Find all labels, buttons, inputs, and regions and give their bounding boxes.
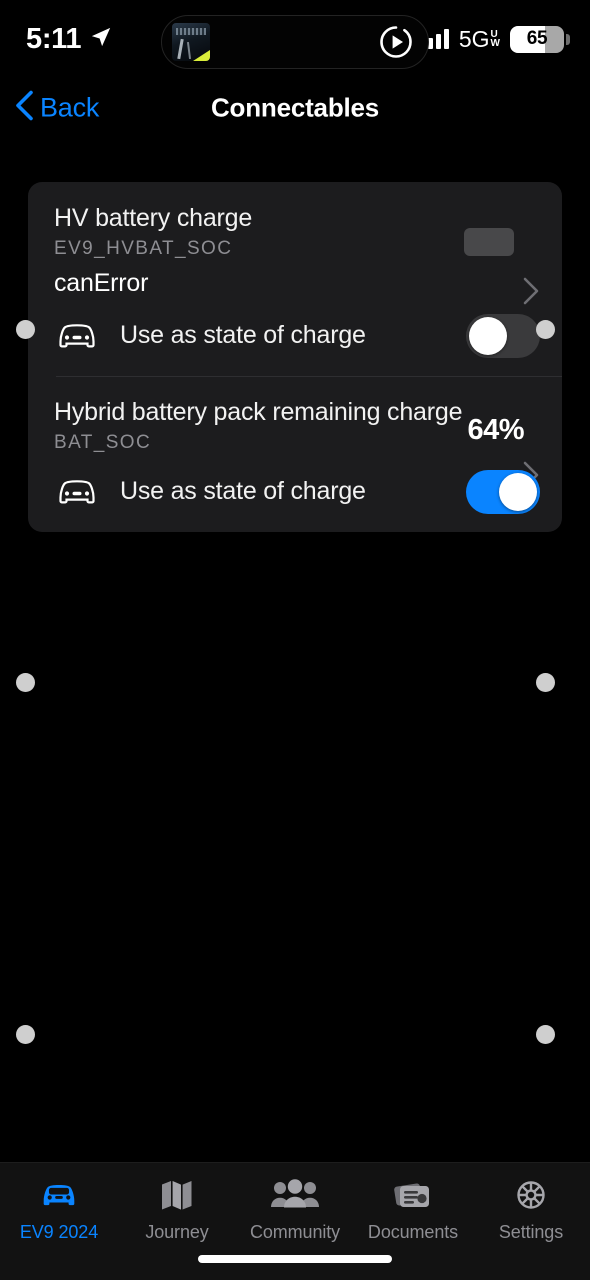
car-front-icon [54,321,100,351]
toggle-label: Use as state of charge [120,477,366,505]
status-bar-left: 5:11 [26,23,112,56]
toggle-label: Use as state of charge [120,321,366,350]
tab-documents[interactable]: Documents [354,1175,472,1243]
row-toggle-area: Use as state of charge [28,313,562,358]
toggle-knob [499,472,537,511]
documents-icon [391,1175,435,1215]
tab-label: Settings [498,1222,564,1242]
row-value: canError [54,268,149,297]
navigation-bar: Back Connectables [0,78,590,138]
tab-settings[interactable]: Settings [472,1175,590,1243]
row-main: Hybrid battery pack remaining charge BAT… [28,397,562,489]
tab-bar: EV9 2024 Journey Community Documents Set… [0,1162,590,1280]
battery-indicator: 65 [510,25,570,53]
tab-label: Journey [145,1222,209,1242]
touch-point-dot [16,320,35,339]
loading-placeholder [464,228,514,256]
status-time: 5:11 [26,22,82,55]
home-indicator-bar [198,1255,392,1263]
status-bar-right: 5G U W 65 [419,25,570,53]
state-of-charge-toggle[interactable] [466,469,540,514]
row-value: 64% [467,413,524,446]
toggle-knob [469,316,507,355]
dynamic-island[interactable] [161,15,429,69]
network-type-label: 5G U W [458,25,500,52]
list-item[interactable]: HV battery charge EV9_HVBAT_SOC canError [28,182,562,376]
touch-point-dot [536,1025,555,1044]
row-main: HV battery charge EV9_HVBAT_SOC canError [28,204,562,305]
row-subtitle: BAT_SOC [54,431,152,453]
gear-icon [512,1175,550,1215]
page-title: Connectables [210,92,380,123]
location-arrow-icon [90,26,112,53]
battery-percent-label: 65 [526,28,548,49]
touch-point-dot [16,1025,35,1044]
now-playing-artwork [172,23,210,61]
row-title: Hybrid battery pack remaining charge [54,397,463,426]
map-icon [159,1175,195,1215]
tab-label: Documents [367,1222,459,1242]
tab-journey[interactable]: Journey [118,1175,236,1243]
tab-label: EV9 2024 [19,1222,99,1242]
tab-community[interactable]: Community [236,1175,354,1243]
car-front-icon [54,477,100,507]
touch-point-dot [536,320,555,339]
connectables-card: HV battery charge EV9_HVBAT_SOC canError [28,182,562,532]
people-icon [270,1175,320,1215]
phone-screen: 5:11 5G U W 65 Back Connectables HV batt… [0,0,590,1280]
tab-label: Community [249,1222,341,1242]
list-item[interactable]: Hybrid battery pack remaining charge BAT… [28,375,562,532]
state-of-charge-toggle[interactable] [466,313,540,358]
car-icon [37,1175,81,1215]
play-circle-icon[interactable] [378,24,414,60]
touch-point-dot [536,673,555,692]
chevron-right-icon[interactable] [522,276,540,311]
tab-ev9-2024[interactable]: EV9 2024 [0,1175,118,1243]
touch-point-dot [16,673,35,692]
row-toggle-area: Use as state of charge [28,469,562,514]
